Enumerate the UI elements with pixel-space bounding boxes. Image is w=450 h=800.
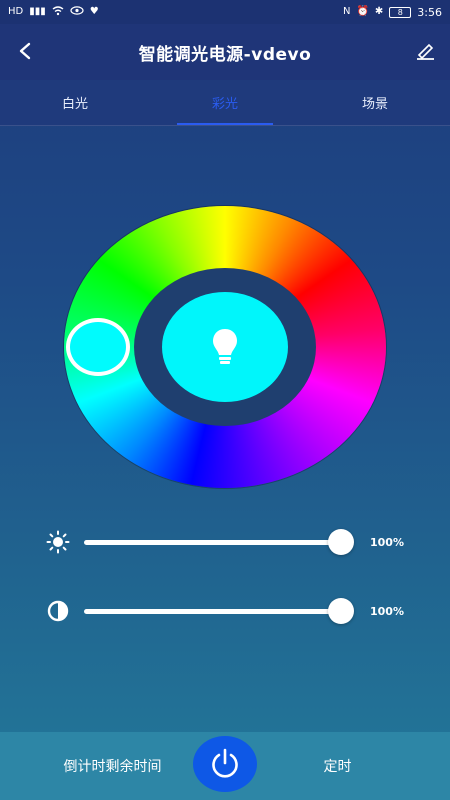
contrast-slider-thumb[interactable]: [328, 597, 354, 624]
eye-icon: [70, 6, 84, 18]
timer-button[interactable]: 定时: [225, 756, 450, 776]
sun-icon: [44, 530, 72, 554]
pencil-icon: [417, 43, 434, 60]
tab-color-light[interactable]: 彩光: [150, 80, 300, 125]
contrast-slider-row: 100%: [44, 596, 414, 626]
tab-white-light[interactable]: 白光: [0, 80, 150, 125]
brightness-value: 100%: [370, 535, 404, 549]
contrast-icon: [44, 600, 72, 622]
tab-scene[interactable]: 场景: [300, 80, 450, 125]
brightness-slider-row: 100%: [44, 527, 414, 557]
battery-icon: 8: [389, 6, 412, 18]
status-bar: HD ▮▮▮ ♥ N ⏰ ✱ 8 3:56: [0, 0, 450, 24]
color-wheel-handle[interactable]: [66, 318, 130, 376]
wifi-icon: [52, 5, 64, 19]
color-wheel[interactable]: [64, 206, 386, 488]
chevron-left-icon: [19, 42, 31, 60]
signal-icon: ▮▮▮: [29, 6, 46, 17]
bluetooth-icon: ✱: [374, 6, 384, 17]
page-title: 智能调光电源-vdevo: [138, 44, 312, 65]
brightness-slider[interactable]: [84, 528, 354, 555]
edit-button[interactable]: [410, 36, 440, 66]
brightness-slider-thumb[interactable]: [328, 528, 354, 555]
status-time: 3:56: [417, 5, 442, 19]
tab-bar: 白光 彩光 场景: [0, 80, 450, 126]
hd-icon: HD: [8, 6, 24, 17]
contrast-value: 100%: [370, 604, 404, 618]
countdown-remaining-button[interactable]: 倒计时剩余时间: [0, 756, 225, 776]
power-button[interactable]: [193, 736, 257, 792]
color-preview[interactable]: [162, 292, 288, 402]
contrast-slider[interactable]: [84, 597, 354, 624]
header: 智能调光电源-vdevo: [0, 24, 450, 80]
bulb-icon: [213, 329, 237, 364]
status-right: N ⏰ ✱ 8 3:56: [343, 6, 442, 19]
back-button[interactable]: [10, 36, 40, 66]
heart-icon: ♥: [89, 6, 99, 17]
alarm-icon: ⏰: [356, 6, 369, 17]
power-icon: [212, 748, 238, 778]
status-left: HD ▮▮▮ ♥: [8, 5, 99, 19]
nfc-icon: N: [342, 6, 351, 17]
